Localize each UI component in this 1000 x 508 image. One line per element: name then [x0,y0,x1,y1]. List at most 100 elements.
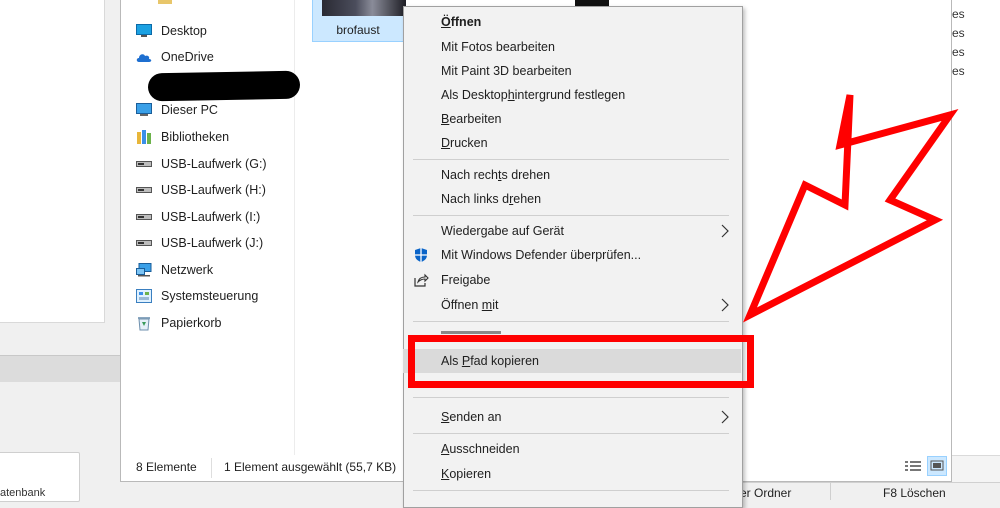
nav-item-usb-i[interactable]: USB-Laufwerk (I:) [135,206,260,228]
recycle-bin-icon [135,315,153,331]
menu-item-text: Als Desktop [441,88,508,102]
menu-item-text: ehen [513,192,542,206]
menu-item-edit[interactable]: Bearbeiten [403,107,741,131]
menu-item-text: ffnen [450,15,482,29]
nav-item-label: Desktop [161,24,207,38]
background-list-item: es [952,7,965,21]
delete-key-button[interactable]: F8 Löschen [883,486,946,500]
menu-item-cast-to-device[interactable]: Wiedergabe auf Gerät [403,219,741,243]
control-panel-icon [135,288,153,304]
accelerator-key: Ö [441,15,451,29]
selection-info-label: 1 Element ausgewählt (55,7 KB) [224,460,397,474]
nav-item-label: Systemsteuerung [161,289,259,303]
menu-item-edit-with-paint3d[interactable]: Mit Paint 3D bearbeiten [403,59,741,83]
large-icons-view-button[interactable] [927,456,947,476]
menu-item-label: Mit Paint 3D bearbeiten [441,64,572,78]
menu-item-copy[interactable]: Kopieren [403,462,741,486]
nav-item-onedrive[interactable]: OneDrive [135,46,214,68]
nav-item-label: USB-Laufwerk (J:) [161,236,264,250]
background-list-item: es [952,64,965,78]
share-icon [413,272,429,288]
new-folder-key-button[interactable]: er Ordner [740,486,791,500]
nav-pane-divider[interactable] [294,0,295,455]
menu-item-label: Drucken [441,136,488,150]
menu-item-send-to[interactable]: Senden an [403,405,741,429]
menu-item-open-with[interactable]: Öffnen mit [403,293,741,317]
background-tab-label: atenbank [0,487,46,499]
nav-item-usb-j[interactable]: USB-Laufwerk (J:) [135,232,263,254]
menu-item-text: enden an [449,410,502,424]
background-list-item: es [952,26,965,40]
item-count-label: 8 Elemente [136,460,197,474]
menu-item-share[interactable]: Freigabe [403,268,741,292]
nav-item-recycle-bin[interactable]: Papierkorb [135,312,221,334]
annotation-arrow-icon [743,94,959,323]
menu-item-label: Mit Windows Defender überprüfen... [441,248,642,262]
file-thumbnail [322,0,406,16]
background-pane [0,0,105,323]
menu-item-label: Öffnen mit [441,298,498,312]
background-list-item: es [952,45,965,59]
menu-item-text: Nach links d [441,192,510,206]
nav-item-usb-h[interactable]: USB-Laufwerk (H:) [135,179,266,201]
menu-item-label: Mit Fotos bearbeiten [441,40,555,54]
nav-item-label: OneDrive [161,50,214,64]
annotation-highlight-box [408,335,754,388]
menu-item-windows-defender-scan[interactable]: Mit Windows Defender überprüfen... [403,243,741,267]
menu-item-print[interactable]: Drucken [403,131,741,155]
menu-separator [413,397,729,398]
details-view-button[interactable] [903,458,923,476]
menu-separator [413,433,729,434]
menu-item-label: Senden an [441,410,501,424]
redaction-scribble [147,70,301,102]
menu-separator [413,321,729,322]
accelerator-key: h [507,88,515,102]
menu-item-label: Ausschneiden [441,442,520,456]
nav-item-label: USB-Laufwerk (I:) [161,210,261,224]
usb-drive-icon [135,235,153,251]
menu-separator [413,490,729,491]
function-key-divider [830,482,831,500]
usb-drive-icon [135,182,153,198]
menu-item-edit-with-photos[interactable]: Mit Fotos bearbeiten [403,35,741,59]
menu-item-rotate-right[interactable]: Nach rechts drehen [403,163,741,187]
menu-item-cut[interactable]: Ausschneiden [403,437,741,461]
nav-item-this-pc[interactable]: Dieser PC [135,99,218,121]
accelerator-key: m [481,298,493,312]
menu-item-text: usschneiden [449,442,520,456]
nav-item-libraries[interactable]: Bibliotheken [135,126,229,148]
background-strip [0,355,120,382]
menu-item-text: s drehen [501,168,551,182]
menu-item-open[interactable]: Öffnen [403,10,741,34]
usb-drive-icon [135,209,153,225]
background-band [950,455,1000,482]
nav-item-desktop[interactable]: Desktop [135,20,207,42]
nav-item-network[interactable]: Netzwerk [135,259,213,281]
menu-item-label: Wiedergabe auf Gerät [441,224,564,238]
nav-item-label: USB-Laufwerk (H:) [161,183,266,197]
chevron-right-icon [721,410,729,424]
menu-item-label: Öffnen [441,15,481,29]
usb-drive-icon [135,156,153,172]
menu-item-text: Nach rech [441,168,498,182]
menu-item-text: earbeiten [449,112,502,126]
file-name-label: brofaust [336,23,380,37]
menu-item-set-desktop-background[interactable]: Als Desktophintergrund festlegen [403,83,741,107]
details-view-icon [905,461,921,471]
menu-item-rotate-left[interactable]: Nach links drehen [403,187,741,211]
menu-item-label: Bearbeiten [441,112,501,126]
large-icons-view-icon [930,460,944,471]
menu-item-label: Als Desktophintergrund festlegen [441,88,625,102]
nav-item-control-panel[interactable]: Systemsteuerung [135,285,258,307]
network-icon [135,262,153,278]
nav-item-label: Bibliotheken [161,130,230,144]
menu-item-text: intergrund festlegen [514,88,626,102]
nav-item-label: USB-Laufwerk (G:) [161,157,267,171]
accelerator-key: D [441,136,451,150]
nav-item-label: Netzwerk [161,263,214,277]
menu-item-text: rucken [450,136,488,150]
menu-separator [413,215,729,216]
nav-item-usb-g[interactable]: USB-Laufwerk (G:) [135,153,267,175]
defender-shield-icon [413,247,429,263]
status-divider [211,458,212,478]
